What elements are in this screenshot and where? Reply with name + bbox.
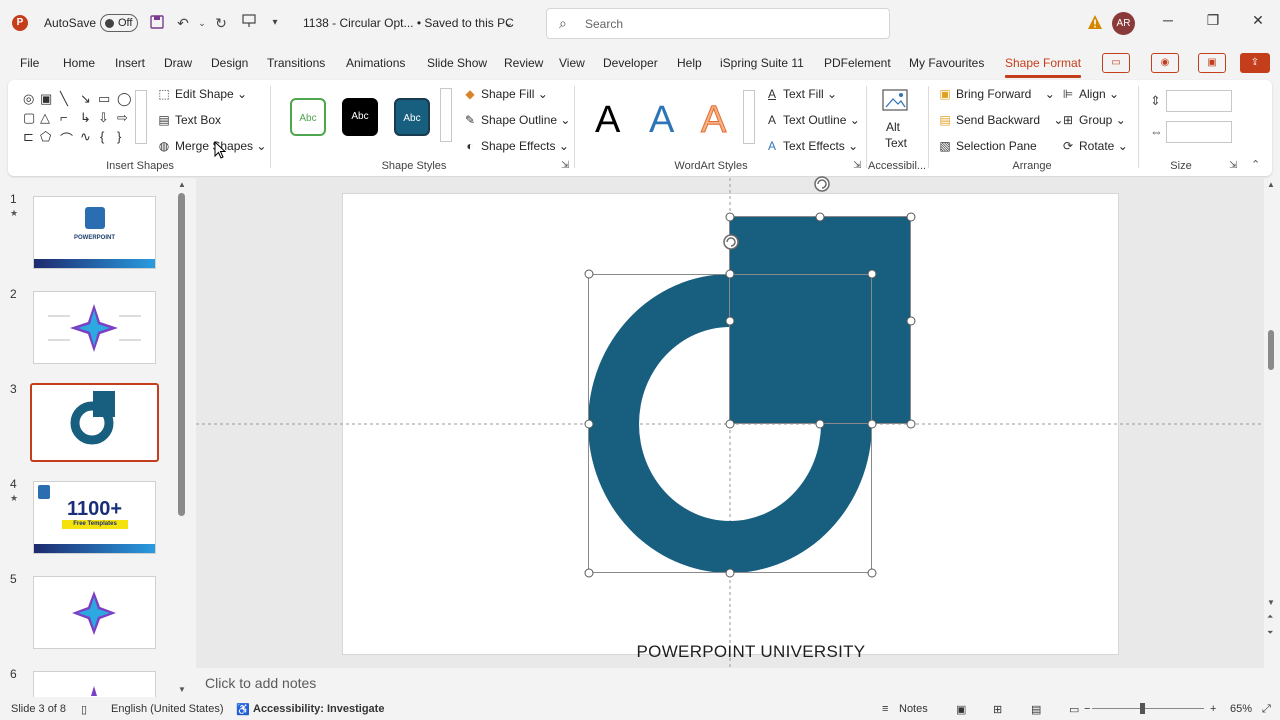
zoom-out-icon[interactable]: − xyxy=(1084,703,1090,715)
slide-counter: Slide 3 of 8 xyxy=(11,703,67,715)
square-shape[interactable] xyxy=(730,217,911,424)
slideshow-icon[interactable]: ▭ xyxy=(1069,703,1079,716)
slide-scrollbar[interactable] xyxy=(1268,330,1274,370)
previous-slide-icon[interactable]: ⏶ xyxy=(1267,612,1273,622)
slide-sorter-icon[interactable]: ⊞ xyxy=(993,703,1002,716)
scroll-up-icon[interactable]: ▲ xyxy=(1267,180,1275,189)
next-slide-icon[interactable]: ⏷ xyxy=(1267,628,1273,638)
reading-view-icon[interactable]: ▤ xyxy=(1031,703,1041,716)
zoom-level[interactable]: 65% xyxy=(1230,703,1252,715)
zoom-in-icon[interactable]: + xyxy=(1210,703,1216,715)
fit-to-window-icon[interactable]: ⤢ xyxy=(1262,703,1271,716)
accessibility-icon[interactable]: ♿ xyxy=(236,703,250,716)
status-bar: Slide 3 of 8 ▯ English (United States) ♿… xyxy=(0,698,1280,720)
accessibility-status[interactable]: Accessibility: Investigate xyxy=(253,703,384,715)
rotate-handle-icon[interactable] xyxy=(814,176,830,192)
notes-toggle[interactable]: Notes xyxy=(899,703,928,715)
slide-drawing-layer xyxy=(196,176,1264,668)
notes-placeholder: Click to add notes xyxy=(205,675,317,691)
normal-view-icon[interactable]: ▣ xyxy=(956,703,966,716)
slide-footer-text[interactable]: POWERPOINT UNIVERSITY xyxy=(560,642,942,662)
notes-pane[interactable]: Click to add notes xyxy=(196,670,1264,696)
rotate-handle-icon[interactable] xyxy=(723,234,739,250)
notes-icon[interactable]: ≡ xyxy=(882,703,888,715)
scroll-down-icon[interactable]: ▼ xyxy=(1267,598,1275,607)
language-status[interactable]: English (United States) xyxy=(111,703,224,715)
zoom-slider-thumb[interactable] xyxy=(1140,703,1145,714)
zoom-slider[interactable] xyxy=(1092,708,1204,709)
spelling-icon[interactable]: ▯ xyxy=(81,703,87,716)
